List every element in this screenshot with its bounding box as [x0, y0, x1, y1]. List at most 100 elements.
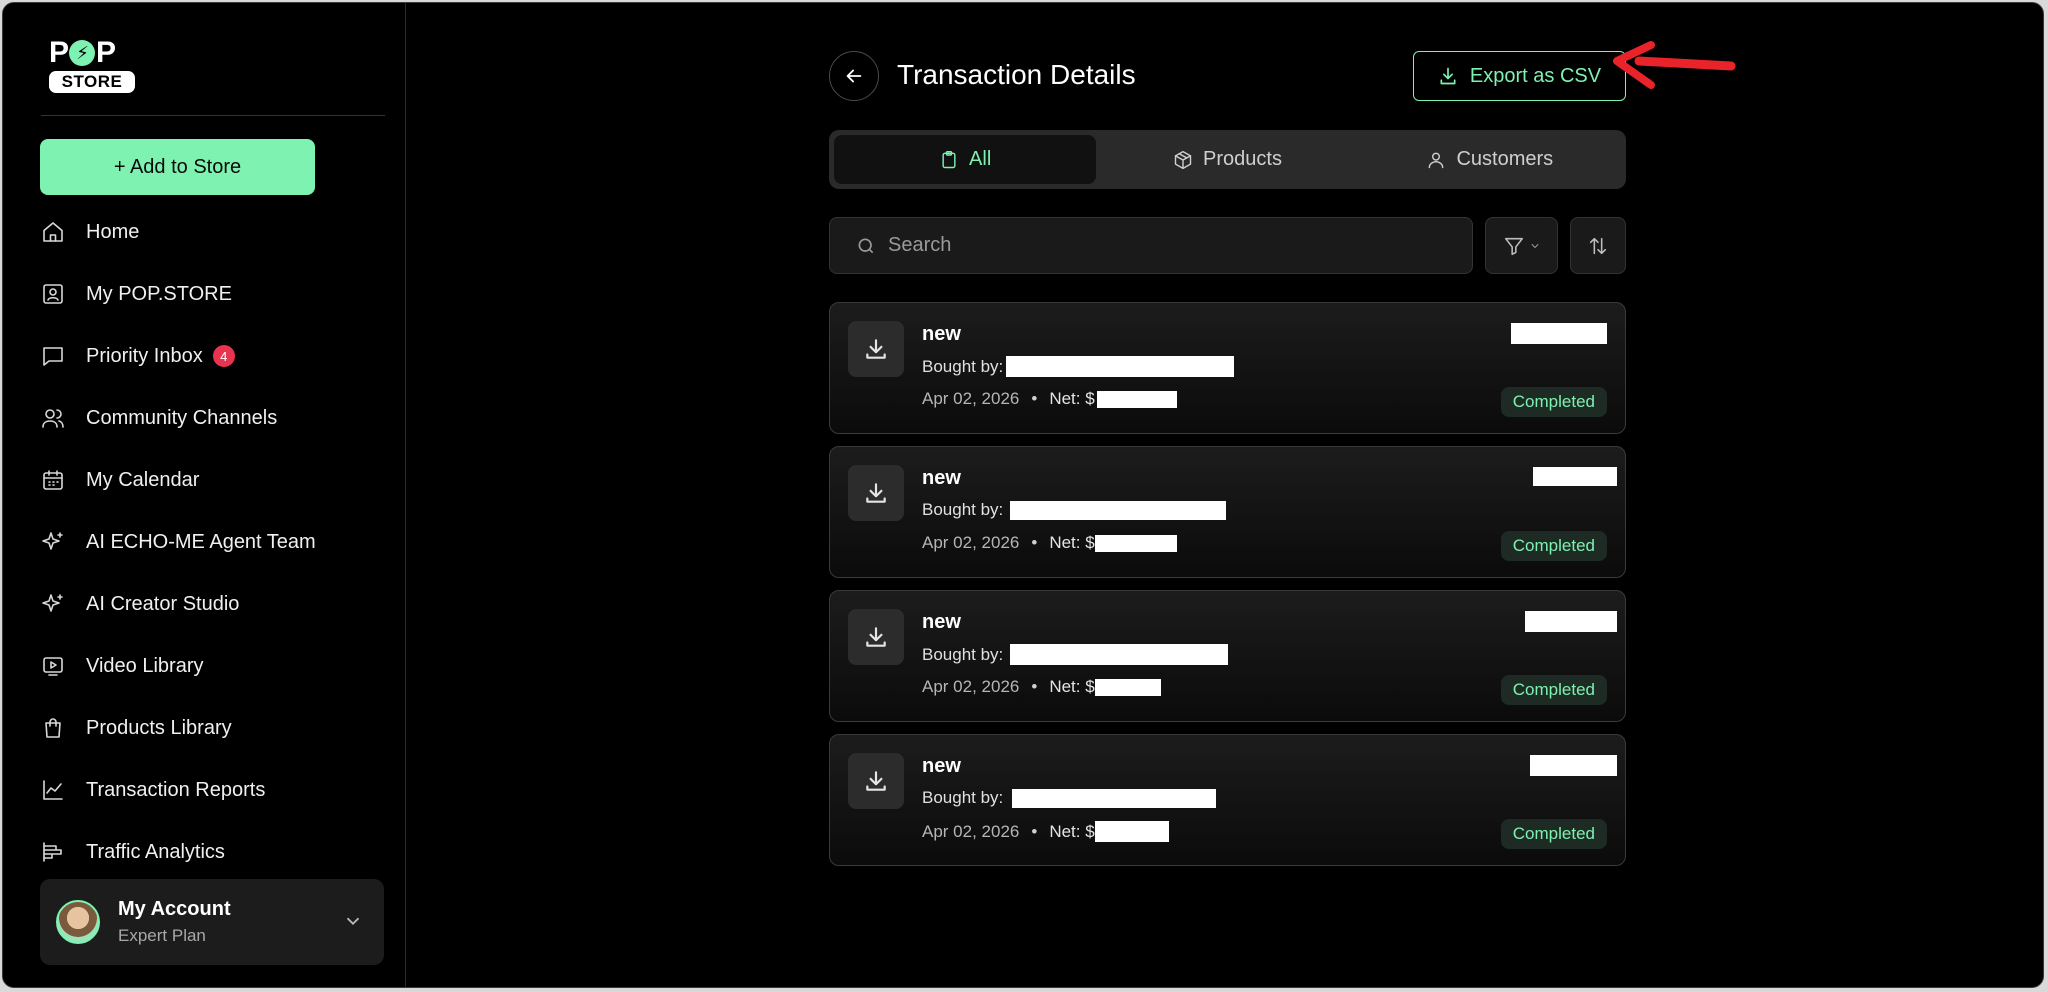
transaction-card[interactable]: new Bought by: Apr 02, 2026 • Net: $ Com… — [829, 734, 1626, 866]
redacted-buyer — [1006, 356, 1235, 377]
sidebar-divider — [41, 115, 385, 116]
store-profile-icon — [40, 281, 66, 307]
pop-store-logo[interactable]: P ⚡ P STORE — [49, 37, 137, 93]
sort-button[interactable] — [1570, 217, 1626, 274]
redacted-amount — [1525, 611, 1617, 632]
home-icon — [40, 219, 66, 245]
transaction-buyer: Bought by: — [922, 644, 1229, 665]
redacted-amount — [1530, 755, 1617, 776]
bolt-icon: ⚡ — [69, 40, 96, 66]
sidebar-item-priority-inbox[interactable]: Priority Inbox 4 — [40, 325, 380, 387]
search-input[interactable] — [888, 234, 1448, 257]
sidebar: P ⚡ P STORE + Add to Store Home My POP.S… — [3, 3, 406, 987]
download-button[interactable] — [848, 321, 904, 377]
video-icon — [40, 653, 66, 679]
transaction-name: new — [922, 467, 961, 489]
tab-bar: All Products Customers — [829, 130, 1626, 189]
filter-button[interactable] — [1485, 217, 1558, 274]
users-icon — [40, 405, 66, 431]
transaction-name: new — [922, 611, 961, 633]
app-window: P ⚡ P STORE + Add to Store Home My POP.S… — [2, 2, 2044, 988]
download-button[interactable] — [848, 609, 904, 665]
redacted-net — [1094, 678, 1161, 696]
transaction-buyer: Bought by: — [922, 500, 1227, 520]
download-icon — [866, 627, 886, 647]
export-csv-button[interactable]: Export as CSV — [1413, 51, 1626, 101]
filter-icon — [1504, 237, 1523, 255]
status-badge: Completed — [1500, 387, 1607, 417]
sidebar-item-community-channels[interactable]: Community Channels — [40, 387, 380, 449]
sort-icon — [1589, 237, 1607, 254]
transaction-card[interactable]: new Bought by: Apr 02, 2026 • Net: $ Com… — [829, 446, 1626, 578]
chart-line-icon — [40, 777, 66, 803]
sparkles-icon — [40, 529, 66, 555]
transaction-net: Net: $ — [1049, 821, 1095, 841]
transaction-meta: Apr 02, 2026 • Net: $ — [922, 677, 1161, 697]
transaction-card[interactable]: new Bought by: Apr 02, 2026 • Net: $ Com… — [829, 590, 1626, 722]
download-button[interactable] — [848, 753, 904, 809]
transaction-name: new — [922, 755, 961, 777]
clipboard-icon — [942, 150, 956, 168]
sidebar-item-traffic-analytics[interactable]: Traffic Analytics — [40, 821, 380, 883]
inbox-count-badge: 4 — [212, 345, 235, 367]
status-badge: Completed — [1500, 531, 1607, 561]
transaction-net: Net: $ — [1049, 677, 1095, 696]
transaction-list: new Bought by: Apr 02, 2026 • Net: $ Com… — [829, 302, 1626, 878]
sidebar-item-my-calendar[interactable]: My Calendar — [40, 449, 380, 511]
redacted-net — [1096, 390, 1177, 408]
transaction-net: Net: $ — [1049, 389, 1095, 408]
avatar — [56, 900, 100, 944]
sidebar-item-video-library[interactable]: Video Library — [40, 635, 380, 697]
search-bar — [829, 217, 1473, 274]
tab-all[interactable]: All — [834, 135, 1097, 184]
sidebar-item-transaction-reports[interactable]: Transaction Reports — [40, 759, 380, 821]
message-icon — [40, 343, 66, 369]
search-icon — [858, 238, 874, 253]
status-badge: Completed — [1500, 675, 1607, 705]
redacted-buyer — [1012, 788, 1217, 808]
add-to-store-button[interactable]: + Add to Store — [40, 139, 315, 195]
download-button[interactable] — [848, 465, 904, 521]
account-menu[interactable]: My Account Expert Plan — [40, 879, 384, 965]
sidebar-item-products-library[interactable]: Products Library — [40, 697, 380, 759]
download-icon — [866, 771, 886, 791]
back-button[interactable] — [829, 51, 879, 101]
status-badge: Completed — [1500, 819, 1607, 849]
sidebar-item-ai-creator-studio[interactable]: AI Creator Studio — [40, 573, 380, 635]
transaction-date: Apr 02, 2026 — [922, 677, 1020, 696]
tab-customers[interactable]: Customers — [1359, 135, 1621, 184]
sidebar-item-my-pop-store[interactable]: My POP.STORE — [40, 263, 380, 325]
chevron-down-icon — [1531, 243, 1538, 248]
sidebar-item-home[interactable]: Home — [40, 201, 380, 263]
calendar-icon — [40, 467, 66, 493]
account-plan: Expert Plan — [118, 926, 206, 945]
annotation-arrow — [1613, 41, 1736, 89]
transaction-date: Apr 02, 2026 — [922, 821, 1020, 841]
page-title: Transaction Details — [897, 59, 1136, 90]
sidebar-item-ai-echo-me[interactable]: AI ECHO-ME Agent Team — [40, 511, 380, 573]
download-icon — [866, 483, 886, 503]
transaction-date: Apr 02, 2026 — [922, 389, 1020, 408]
transaction-buyer: Bought by: — [922, 356, 1235, 377]
bar-chart-icon — [40, 839, 66, 865]
logo-store-text: STORE — [49, 71, 135, 93]
transaction-net: Net: $ — [1049, 533, 1095, 552]
account-name: My Account — [118, 898, 231, 920]
transaction-meta: Apr 02, 2026 • Net: $ — [922, 389, 1177, 409]
shopping-bag-icon — [40, 715, 66, 741]
transaction-meta: Apr 02, 2026 • Net: $ — [922, 821, 1169, 842]
sparkles-icon — [40, 591, 66, 617]
chevron-down-icon[interactable] — [342, 910, 364, 937]
arrow-left-icon — [846, 69, 862, 83]
redacted-net — [1094, 534, 1177, 552]
sidebar-nav: Home My POP.STORE Priority Inbox 4 Commu… — [40, 201, 380, 883]
tab-products[interactable]: Products — [1096, 135, 1358, 184]
user-icon — [1429, 152, 1444, 168]
redacted-amount — [1511, 323, 1607, 344]
redacted-amount — [1533, 467, 1617, 486]
redacted-buyer — [1010, 500, 1227, 520]
transaction-name: new — [922, 323, 961, 345]
transaction-card[interactable]: new Bought by: Apr 02, 2026 • Net: $ Com… — [829, 302, 1626, 434]
redacted-net — [1094, 821, 1169, 842]
download-icon — [1440, 67, 1456, 85]
